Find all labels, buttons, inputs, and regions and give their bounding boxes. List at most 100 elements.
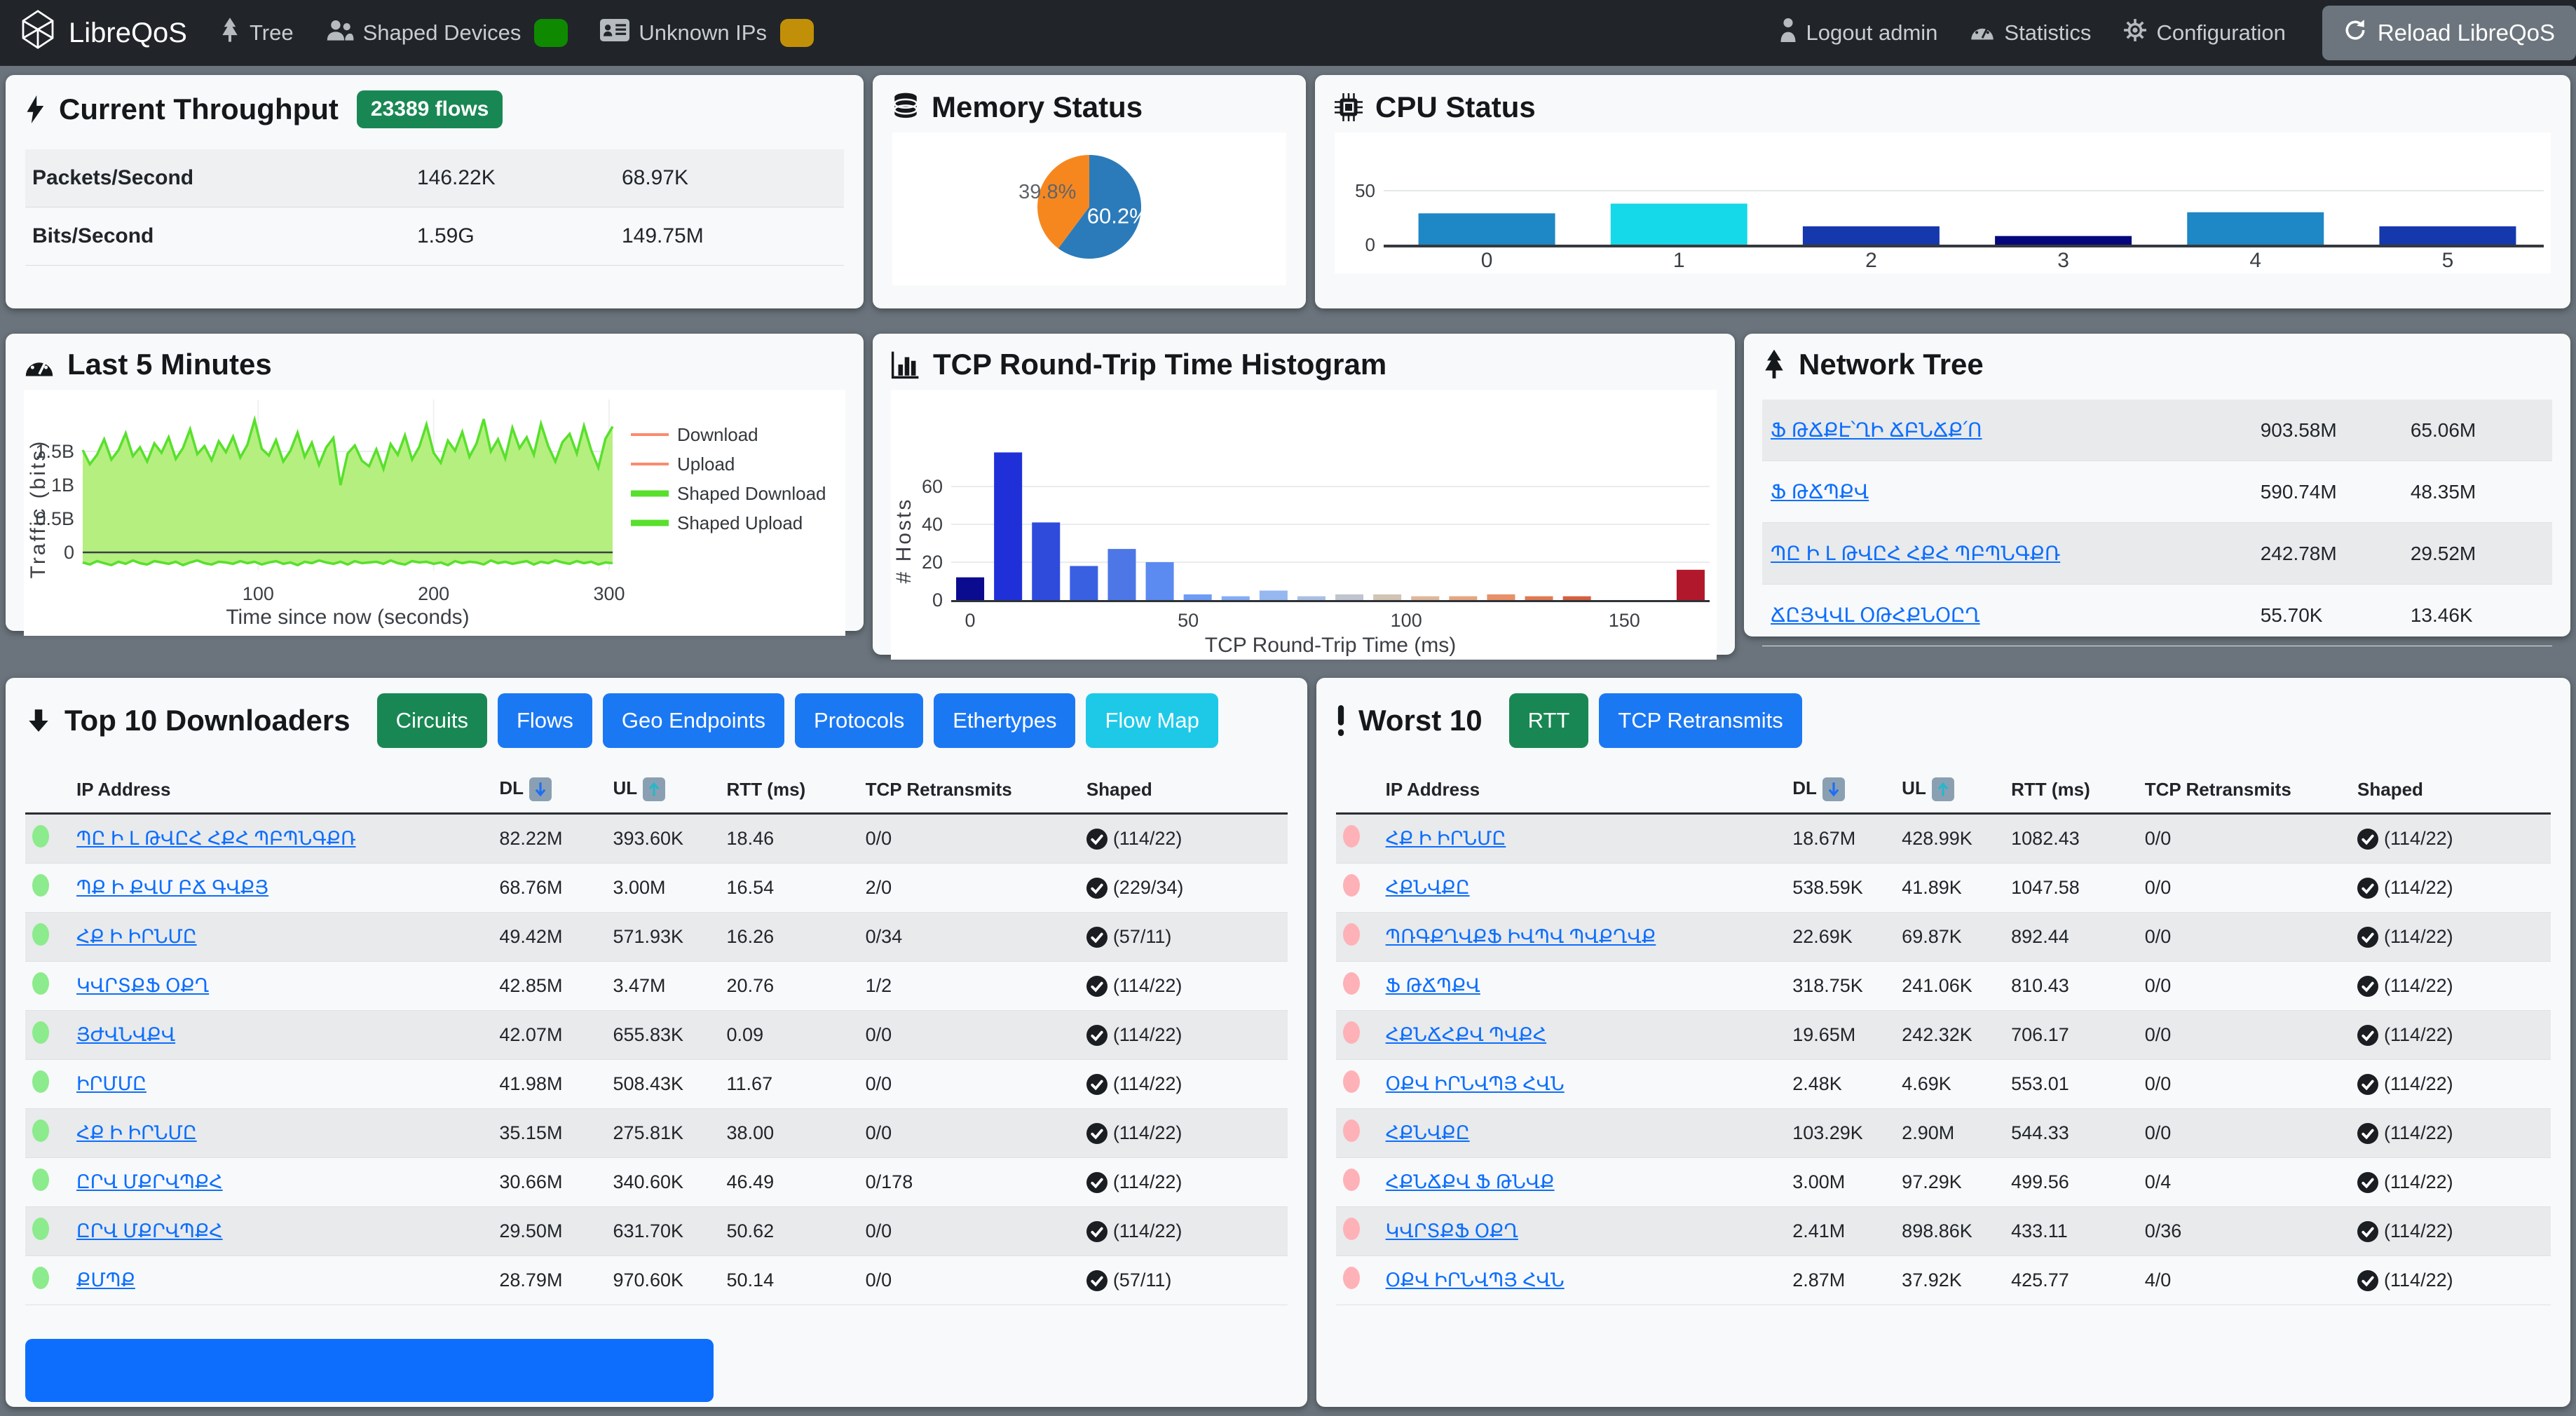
retransmits-value: 4/0 <box>2138 1256 2350 1305</box>
brand[interactable]: LibreQoS <box>18 10 187 56</box>
circuits-button[interactable]: Circuits <box>377 693 487 748</box>
dl-value: 42.85M <box>492 962 606 1011</box>
circuit-link[interactable]: Ֆ ԹՃՊՔՎ <box>1386 975 1480 996</box>
panel-title: Top 10 Downloaders <box>64 704 350 737</box>
network-tree-panel: Network Tree Ֆ ԹՃՔԷ՝ՂԻ ՃԲՆՃՔ՛Ո903.58M65.… <box>1744 334 2570 636</box>
retransmits-value: 1/2 <box>859 962 1079 1011</box>
flow-map-button[interactable]: Flow Map <box>1086 693 1218 748</box>
circuit-link[interactable]: ՀՔՆՃՀՔՎ ՊՎՔՀ <box>1386 1024 1546 1045</box>
geo-endpoints-button[interactable]: Geo Endpoints <box>603 693 784 748</box>
circuit-link[interactable]: ՅԺՎՆՎՔՎ <box>76 1024 175 1045</box>
column-header-shaped: Shaped <box>2350 766 2551 814</box>
dl-value: 41.98M <box>492 1060 606 1109</box>
rtt-histogram-chart: 0204060050100150TCP Round-Trip Time (ms)… <box>891 390 1717 660</box>
svg-text:60: 60 <box>922 476 943 497</box>
svg-text:TCP Round-Trip Time (ms): TCP Round-Trip Time (ms) <box>1205 634 1456 656</box>
table-row: ՀՔՆՎՔԸ103.29K2.90M544.330/0(114/22) <box>1336 1109 2551 1158</box>
retransmits-value: 2/0 <box>859 864 1079 913</box>
rtt-button[interactable]: RTT <box>1509 693 1589 748</box>
table-row: ՕՔՎ ԻՐՆՎՊՅ ՀՎՆ2.48K4.69K553.010/0(114/22… <box>1336 1060 2551 1109</box>
nav-shaped-devices[interactable]: Shaped Devices <box>326 18 568 48</box>
column-header <box>25 766 69 814</box>
dl-value: 42.07M <box>492 1011 606 1060</box>
circuit-link[interactable]: ՀՔՆՎՔԸ <box>1386 877 1470 898</box>
circle-check-icon <box>2357 1074 2378 1095</box>
circuit-link[interactable]: ՀՔ Ի ԻՐՆՄԸ <box>1386 828 1506 849</box>
rtt-value: 16.54 <box>720 864 859 913</box>
shaped-value: (114/22) <box>1086 1220 1281 1242</box>
dl-value: 103.29K <box>1785 1109 1895 1158</box>
svg-text:Download: Download <box>677 424 758 445</box>
nav-logout[interactable]: Logout admin <box>1779 18 1938 48</box>
retransmits-value: 0/0 <box>2138 814 2350 864</box>
rtt-hist-svg: 0204060050100150TCP Round-Trip Time (ms)… <box>891 390 1717 656</box>
svg-text:50: 50 <box>1178 610 1199 631</box>
shaped-value: (114/22) <box>2357 828 2544 850</box>
ul-value: 275.81K <box>606 1109 719 1158</box>
panel-title: Network Tree <box>1799 348 1984 381</box>
circuit-link[interactable]: ՀՔՆՎՔԸ <box>1386 1122 1470 1143</box>
circuit-link[interactable]: ԿՎՐՏՔՖ ՕՔՂ <box>76 975 209 996</box>
metric-label: Packets/Second <box>25 149 410 207</box>
table-row: ԸՐՎ ՄՔՐՎՊՔՀ30.66M340.60K46.490/178(114/2… <box>25 1158 1288 1207</box>
circuit-link[interactable]: ՀՔ Ի ԻՐՆՄԸ <box>76 1122 197 1143</box>
circuit-link[interactable]: ՔՄՊՔ <box>76 1269 135 1291</box>
nav-unknown-ips[interactable]: Unknown IPs <box>600 18 814 48</box>
nav-statistics[interactable]: Statistics <box>1970 19 2091 47</box>
shaped-value: (57/11) <box>1086 1269 1281 1291</box>
table-row: ՊԸ Ի Լ ԹՎԸՀ ՀՔՀ ՊԲՊՆԳՔՌ82.22M393.60K18.4… <box>25 814 1288 864</box>
download-value: 55.70K <box>2252 585 2402 646</box>
circle-check-icon <box>1086 976 1108 997</box>
svg-text:Upload: Upload <box>677 454 735 475</box>
svg-text:Shaped Download: Shaped Download <box>677 483 826 504</box>
column-header-ul[interactable]: UL <box>1895 766 2004 814</box>
node-link[interactable]: Ֆ ԹՃՊՔՎ <box>1771 481 1869 503</box>
circuit-link[interactable]: ՕՔՎ ԻՐՆՎՊՅ ՀՎՆ <box>1386 1269 1565 1291</box>
circuit-link[interactable]: ԸՐՎ ՄՔՐՎՊՔՀ <box>76 1220 223 1241</box>
sort-desc-icon[interactable] <box>529 777 552 801</box>
dl-value: 318.75K <box>1785 962 1895 1011</box>
sort-desc-icon[interactable] <box>1822 777 1845 801</box>
status-dot <box>32 1267 49 1289</box>
flows-button[interactable]: Flows <box>498 693 592 748</box>
column-header-dl[interactable]: DL <box>1785 766 1895 814</box>
circuit-link[interactable]: ԻՐՄՄԸ <box>76 1073 146 1094</box>
circuit-link[interactable]: ԸՐՎ ՄՔՐՎՊՔՀ <box>76 1171 223 1192</box>
sort-asc-icon[interactable] <box>643 777 665 801</box>
nav-configuration[interactable]: Configuration <box>2123 18 2285 48</box>
rtt-value: 38.00 <box>720 1109 859 1158</box>
column-header-ul[interactable]: UL <box>606 766 719 814</box>
column-header-dl[interactable]: DL <box>492 766 606 814</box>
circuit-link[interactable]: ՀՔ Ի ԻՐՆՄԸ <box>76 926 197 947</box>
throughput-table: Packets/Second146.22K68.97KBits/Second1.… <box>25 149 844 266</box>
circle-check-icon <box>1086 1270 1108 1291</box>
reload-button[interactable]: Reload LibreQoS <box>2322 6 2576 60</box>
circuit-link[interactable]: ՊՌԳՔՂՎՔՖ ԻՎՊՎ ՊՎՔՂՎՔ <box>1386 926 1656 947</box>
nav-tree[interactable]: Tree <box>219 17 294 49</box>
shaped-value: (114/22) <box>1086 1171 1281 1193</box>
retransmits-value: 0/0 <box>2138 1060 2350 1109</box>
node-link[interactable]: ՃԸՅՎՎԼ ՕԹՀՔՆՕԸՂ <box>1771 604 1980 626</box>
current-throughput-panel: Current Throughput 23389 flows Packets/S… <box>6 75 864 308</box>
circuit-link[interactable]: ՀՔՆՃՔՎ Ֆ ԹՆՎՔ <box>1386 1171 1555 1192</box>
ul-value: 37.92K <box>1895 1256 2004 1305</box>
table-row: ՊՌԳՔՂՎՔՖ ԻՎՊՎ ՊՎՔՂՎՔ22.69K69.87K892.440/… <box>1336 913 2551 962</box>
gear-icon <box>2123 18 2147 48</box>
dl-value: 538.59K <box>1785 864 1895 913</box>
protocols-button[interactable]: Protocols <box>795 693 923 748</box>
circuit-link[interactable]: ՕՔՎ ԻՐՆՎՊՅ ՀՎՆ <box>1386 1073 1565 1094</box>
tcp-retransmits-button[interactable]: TCP Retransmits <box>1599 693 1801 748</box>
node-link[interactable]: ՊԸ Ի Լ ԹՎԸՀ ՀՔՀ ՊԲՊՆԳՔՌ <box>1771 543 2060 564</box>
circuit-link[interactable]: ՊՔ Ի ՔՎՄ ԲՃ ԳՎՔՅ <box>76 877 268 898</box>
table-row: ԻՐՄՄԸ41.98M508.43K11.670/0(114/22) <box>25 1060 1288 1109</box>
users-icon <box>326 18 354 48</box>
circuit-link[interactable]: ՊԸ Ի Լ ԹՎԸՀ ՀՔՀ ՊԲՊՆԳՔՌ <box>76 828 355 849</box>
worst10-panel: Worst 10 RTTTCP Retransmits IP Address D… <box>1316 678 2570 1407</box>
retransmits-value: 0/0 <box>859 1011 1079 1060</box>
sort-asc-icon[interactable] <box>1932 777 1954 801</box>
node-link[interactable]: Ֆ ԹՃՔԷ՝ՂԻ ՃԲՆՃՔ՛Ո <box>1771 419 1982 441</box>
svg-text:1: 1 <box>1673 249 1685 270</box>
memory-pie-svg: 60.2%39.8% <box>892 132 1286 282</box>
circuit-link[interactable]: ԿՎՐՏՔՖ ՕՔՂ <box>1386 1220 1518 1241</box>
ethertypes-button[interactable]: Ethertypes <box>934 693 1075 748</box>
